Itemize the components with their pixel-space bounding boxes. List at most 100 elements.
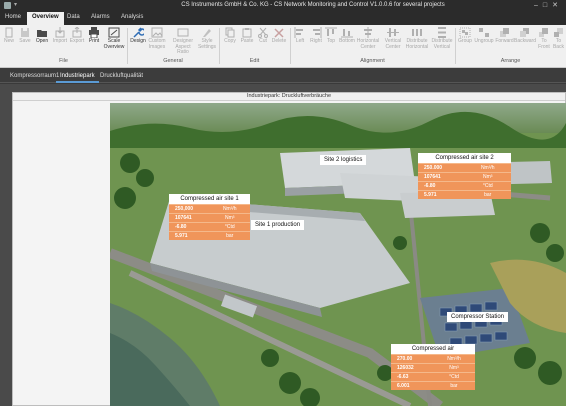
card-title: Compressed air [391, 344, 475, 354]
vertical-center-button[interactable]: Vertical Center [382, 27, 404, 50]
consumption-unit: Nm³ [225, 215, 235, 221]
align-left-icon [294, 27, 303, 38]
doc-tab-industriepark[interactable]: Industriepark [56, 71, 99, 83]
ungroup-button[interactable]: Ungroup [474, 27, 494, 45]
group-label-general: General [163, 58, 183, 64]
tab-data[interactable]: Data [67, 14, 80, 20]
align-bottom-icon [341, 29, 353, 38]
open-button[interactable]: Open [33, 27, 51, 45]
window-title: CS Instruments GmbH & Co. KG - CS Networ… [181, 2, 445, 8]
paste-icon [242, 28, 252, 38]
wrench-icon [133, 27, 144, 38]
card-title: Compressed air site 2 [418, 153, 511, 163]
document-tabs: Kompressorraum1 Industriepark Druckluftq… [0, 68, 566, 83]
to-front-icon [539, 28, 548, 37]
to-back-button[interactable]: To Back [551, 27, 566, 50]
card-row: 5.971 bar [418, 190, 511, 199]
minimize-icon[interactable]: – [534, 2, 543, 9]
import-button[interactable]: Import [51, 27, 69, 45]
tab-analysis[interactable]: Analysis [121, 14, 143, 20]
pressure-unit: bar [450, 383, 458, 389]
page-header: Industriepark: Druckluftverbräuche [13, 93, 565, 101]
copy-button[interactable]: Copy [221, 27, 239, 45]
ungroup-icon [479, 28, 489, 37]
to-back-icon [553, 28, 563, 37]
consumption-unit: Nm³ [483, 174, 493, 180]
card-row: 250.000 Nm³/h [418, 163, 511, 172]
label-site-1-production[interactable]: Site 1 production [251, 220, 305, 230]
card-compressed-air[interactable]: Compressed air 270.00 Nm³/h 126032 Nm³ -6.… [391, 344, 475, 390]
import-icon [55, 27, 65, 38]
export-button[interactable]: Export [68, 27, 86, 45]
window-controls[interactable]: –□✕ [534, 1, 563, 9]
doc-tab-kompressorraum1[interactable]: Kompressorraum1 [6, 71, 63, 83]
dewpoint-value: -6.63 [397, 374, 409, 380]
industrial-park-image [110, 103, 566, 406]
style-settings-button[interactable]: Style Settings [197, 27, 217, 50]
card-row: -6.80 °Ctd [169, 222, 250, 231]
card-row: 250,000 Nm³/h [169, 204, 250, 213]
flow-unit: Nm³/h [447, 356, 461, 362]
card-row: 270.00 Nm³/h [391, 354, 475, 363]
card-row: 107641 Nm³ [418, 172, 511, 181]
copy-icon [225, 27, 235, 38]
card-row: 126032 Nm³ [391, 363, 475, 372]
to-front-button[interactable]: To Front [536, 27, 552, 50]
forward-button[interactable]: Forward [495, 27, 514, 45]
group-label-file: File [59, 58, 68, 64]
tab-alarms[interactable]: Alarms [91, 14, 110, 20]
save-button[interactable]: Save [16, 27, 34, 45]
print-button[interactable]: Print [85, 27, 103, 45]
pressure-unit: bar [484, 192, 492, 198]
label-compressor-station[interactable]: Compressor Station [447, 312, 509, 322]
custom-images-button[interactable]: Custom Images [146, 27, 168, 50]
ribbon: New Save Open Import Export Print Scale … [0, 25, 566, 68]
tab-overview[interactable]: Overview [27, 12, 64, 25]
card-compressed-air-site-2[interactable]: Compressed air site 2 250.000 Nm³/h 10764… [418, 153, 511, 199]
distribute-h-icon [412, 29, 422, 36]
align-hcenter-icon [364, 27, 372, 38]
distribute-v-icon [438, 27, 446, 38]
flow-value: 270.00 [397, 356, 413, 362]
backward-icon [520, 28, 529, 37]
maximize-icon[interactable]: □ [543, 2, 552, 9]
image-icon [151, 27, 163, 38]
dewpoint-value: -6.80 [424, 183, 436, 189]
dewpoint-unit: °Ctd [449, 374, 459, 380]
delete-button[interactable]: Delete [270, 27, 288, 45]
close-icon[interactable]: ✕ [552, 2, 563, 9]
card-row: 5.971 bar [169, 231, 250, 240]
ribbon-tabs: Home Overview Data Alarms Analysis [0, 11, 566, 25]
flow-value: 250.000 [424, 165, 443, 171]
delete-icon [274, 28, 284, 38]
pressure-value: 5.971 [175, 233, 188, 239]
label-site-2-logistics[interactable]: Site 2 logistics [320, 155, 367, 165]
designer-aspect-ratio-button[interactable]: Designer Aspect Ratio [170, 27, 196, 56]
group-label-edit: Edit [249, 58, 260, 64]
backward-button[interactable]: Backward [514, 27, 536, 45]
card-row: 6.001 bar [391, 381, 475, 390]
card-title: Compressed air site 1 [169, 194, 250, 204]
design-button[interactable]: Design [129, 27, 147, 45]
group-button[interactable]: Group [456, 27, 474, 45]
group-label-alignment: Alignment [360, 58, 385, 64]
print-icon [89, 27, 99, 38]
pressure-unit: bar [226, 233, 234, 239]
horizontal-center-button[interactable]: Horizontal Center [356, 27, 380, 50]
distribute-vertical-button[interactable]: Distribute Vertical [430, 27, 454, 50]
distribute-horizontal-button[interactable]: Distribute Horizontal [404, 27, 430, 50]
flow-value: 250,000 [175, 206, 194, 212]
align-vcenter-icon [387, 28, 399, 37]
aspect-ratio-icon [177, 28, 189, 37]
scale-icon [108, 27, 120, 38]
tab-home[interactable]: Home [5, 14, 21, 20]
export-icon [72, 27, 82, 38]
dewpoint-unit: °Ctd [224, 224, 235, 230]
doc-tab-druckluftqualitaet[interactable]: Druckluftqualität [96, 71, 147, 83]
card-compressed-air-site-1[interactable]: Compressed air site 1 250,000 Nm³/h 10764… [169, 194, 250, 240]
scale-overview-button[interactable]: Scale Overview [103, 27, 125, 50]
consumption-value: 107641 [175, 215, 192, 221]
consumption-value: 126032 [397, 365, 414, 371]
align-bottom-button[interactable]: Bottom [338, 27, 356, 45]
open-folder-icon [37, 30, 47, 37]
